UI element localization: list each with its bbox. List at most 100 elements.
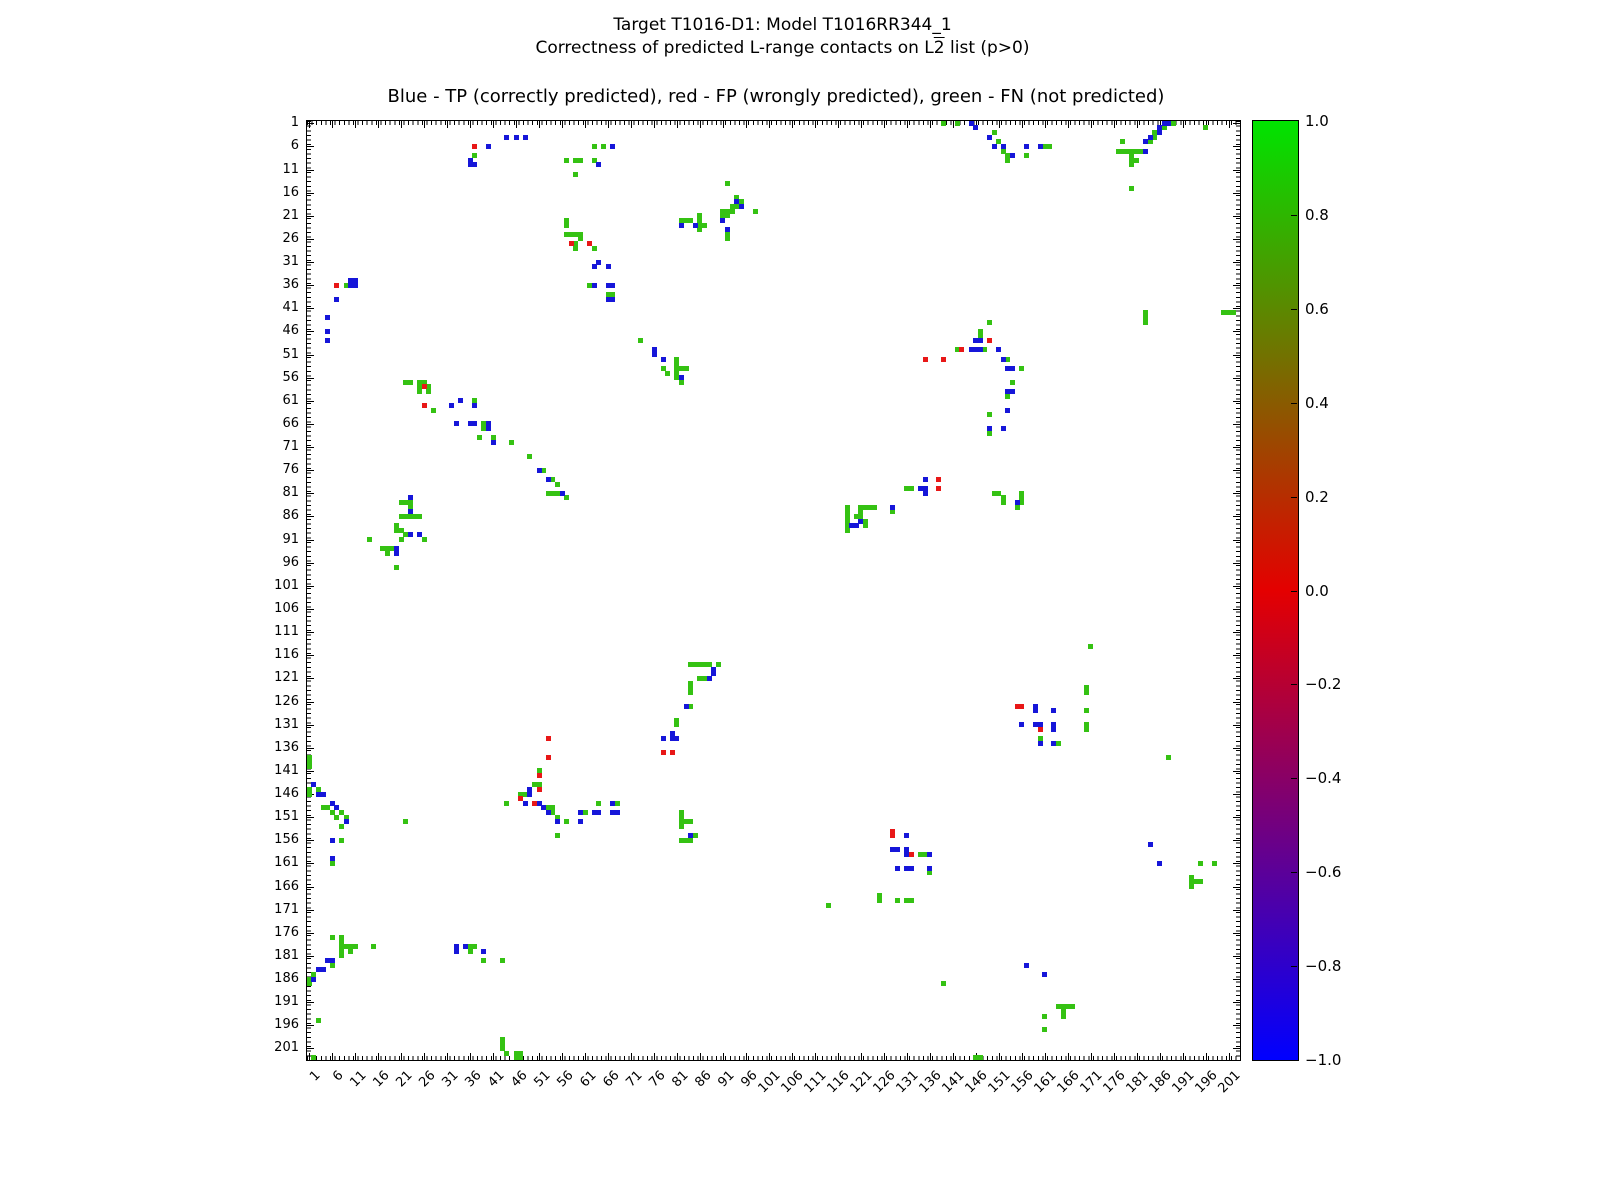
contact-cell-tp xyxy=(325,315,331,321)
y-major-tick xyxy=(307,562,314,564)
contact-cell-fn xyxy=(679,379,685,385)
y-major-tick xyxy=(307,863,314,865)
contact-cell-tp xyxy=(1005,407,1011,413)
y-major-tick xyxy=(307,331,314,333)
contact-cell-fn xyxy=(1023,153,1029,159)
y-major-tick xyxy=(1233,123,1240,125)
contact-cell-fn xyxy=(573,171,579,177)
y-major-tick xyxy=(307,747,314,749)
y-major-tick xyxy=(1233,979,1240,981)
y-axis-tick-label: 151 xyxy=(274,809,299,825)
contact-cell-tp xyxy=(679,222,685,228)
contact-cell-fn xyxy=(679,823,685,829)
x-axis-tick-label: 76 xyxy=(646,1068,669,1091)
contact-cell-tp xyxy=(334,296,340,302)
y-major-tick xyxy=(307,493,314,495)
contact-cell-tp xyxy=(320,791,326,797)
y-major-tick xyxy=(1233,955,1240,957)
x-axis-tick-label: 141 xyxy=(939,1068,968,1097)
y-major-tick xyxy=(307,840,314,842)
contact-cell-tp xyxy=(490,439,496,445)
x-major-tick xyxy=(608,1053,610,1060)
y-major-tick xyxy=(1233,169,1240,171)
x-major-tick xyxy=(1136,1053,1138,1060)
colorbar-tick-label: −0.6 xyxy=(1305,863,1342,882)
contact-cell-tp xyxy=(486,143,492,149)
y-major-tick xyxy=(307,632,314,634)
contact-cell-tp xyxy=(1000,356,1006,362)
y-major-tick xyxy=(1233,863,1240,865)
y-major-tick xyxy=(307,1025,314,1027)
contact-cell-fn xyxy=(941,120,947,126)
y-major-tick xyxy=(1233,493,1240,495)
x-axis-tick-label: 71 xyxy=(623,1068,646,1091)
y-major-tick xyxy=(1233,840,1240,842)
y-axis-tick-label: 56 xyxy=(282,369,299,385)
colorbar-tick-label: 0.0 xyxy=(1305,581,1329,600)
contact-cell-fn xyxy=(306,763,312,769)
contact-cell-fn xyxy=(941,981,947,987)
contact-cell-tp xyxy=(614,810,620,816)
y-major-tick xyxy=(1233,285,1240,287)
y-axis-tick-label: 196 xyxy=(274,1017,299,1033)
colorbar-tick-label: −0.4 xyxy=(1305,769,1342,788)
contact-cell-fn xyxy=(311,1055,317,1061)
y-major-tick xyxy=(307,215,314,217)
subtitle-pre: Correctness of predicted L-range contact… xyxy=(535,38,934,58)
x-major-tick xyxy=(998,1053,1000,1060)
y-axis-tick-label: 26 xyxy=(282,230,299,246)
y-axis-tick-label: 136 xyxy=(274,739,299,755)
contact-cell-tp xyxy=(720,217,726,223)
y-axis-tick-label: 126 xyxy=(274,693,299,709)
x-major-tick xyxy=(699,121,701,128)
x-major-tick xyxy=(1090,1053,1092,1060)
x-axis-tick-label: 101 xyxy=(755,1068,784,1097)
contact-cell-fn xyxy=(527,453,533,459)
contact-cell-tp xyxy=(325,338,331,344)
y-major-tick xyxy=(307,655,314,657)
colorbar-tick xyxy=(1291,590,1297,592)
x-axis-tick-label: 16 xyxy=(370,1068,393,1091)
y-major-tick xyxy=(307,400,314,402)
contact-cell-fp xyxy=(922,356,928,362)
y-major-tick xyxy=(1233,262,1240,264)
contact-cell-fp xyxy=(587,241,593,247)
colorbar-tick-label: 1.0 xyxy=(1305,112,1329,130)
contact-cell-fp xyxy=(941,356,947,362)
y-axis-tick-label: 61 xyxy=(282,392,299,408)
contact-cell-tp xyxy=(996,347,1002,353)
contact-cell-fn xyxy=(1147,139,1153,145)
x-axis-tick-label: 31 xyxy=(439,1068,462,1091)
x-major-tick xyxy=(539,121,541,128)
contact-cell-fn xyxy=(1042,1013,1048,1019)
contact-cell-fn xyxy=(702,222,708,228)
contact-cell-tp xyxy=(325,328,331,334)
contact-cell-fp xyxy=(532,800,537,806)
contact-cell-tp xyxy=(472,162,478,168)
x-major-tick xyxy=(1228,121,1230,128)
x-axis-tick-label: 46 xyxy=(508,1068,531,1091)
x-major-tick xyxy=(998,121,1000,128)
x-major-tick xyxy=(562,1053,564,1060)
y-major-tick xyxy=(1233,354,1240,356)
y-axis-tick-label: 6 xyxy=(290,138,299,154)
contact-cell-tp xyxy=(674,736,680,742)
x-axis-tick-label: 6 xyxy=(330,1068,347,1085)
contact-cell-fn xyxy=(715,662,721,667)
y-major-tick xyxy=(1233,632,1240,634)
x-major-tick xyxy=(1228,1053,1230,1060)
y-axis-tick-label: 66 xyxy=(282,415,299,431)
contact-cell-fn xyxy=(665,370,671,376)
x-axis-tick-label: 61 xyxy=(577,1068,600,1091)
contact-cell-tp xyxy=(858,518,864,524)
contact-cell-fn xyxy=(954,120,960,126)
y-major-tick xyxy=(307,932,314,934)
contact-cell-fn xyxy=(725,180,731,186)
contact-cell-tp xyxy=(1023,143,1029,149)
x-major-tick xyxy=(1113,1053,1115,1060)
contact-cell-tp xyxy=(1037,740,1043,746)
x-axis-tick-label: 171 xyxy=(1077,1068,1106,1097)
contact-cell-fn xyxy=(315,1018,321,1024)
contact-cell-fn xyxy=(876,897,882,903)
contact-cell-tp xyxy=(1037,143,1043,149)
